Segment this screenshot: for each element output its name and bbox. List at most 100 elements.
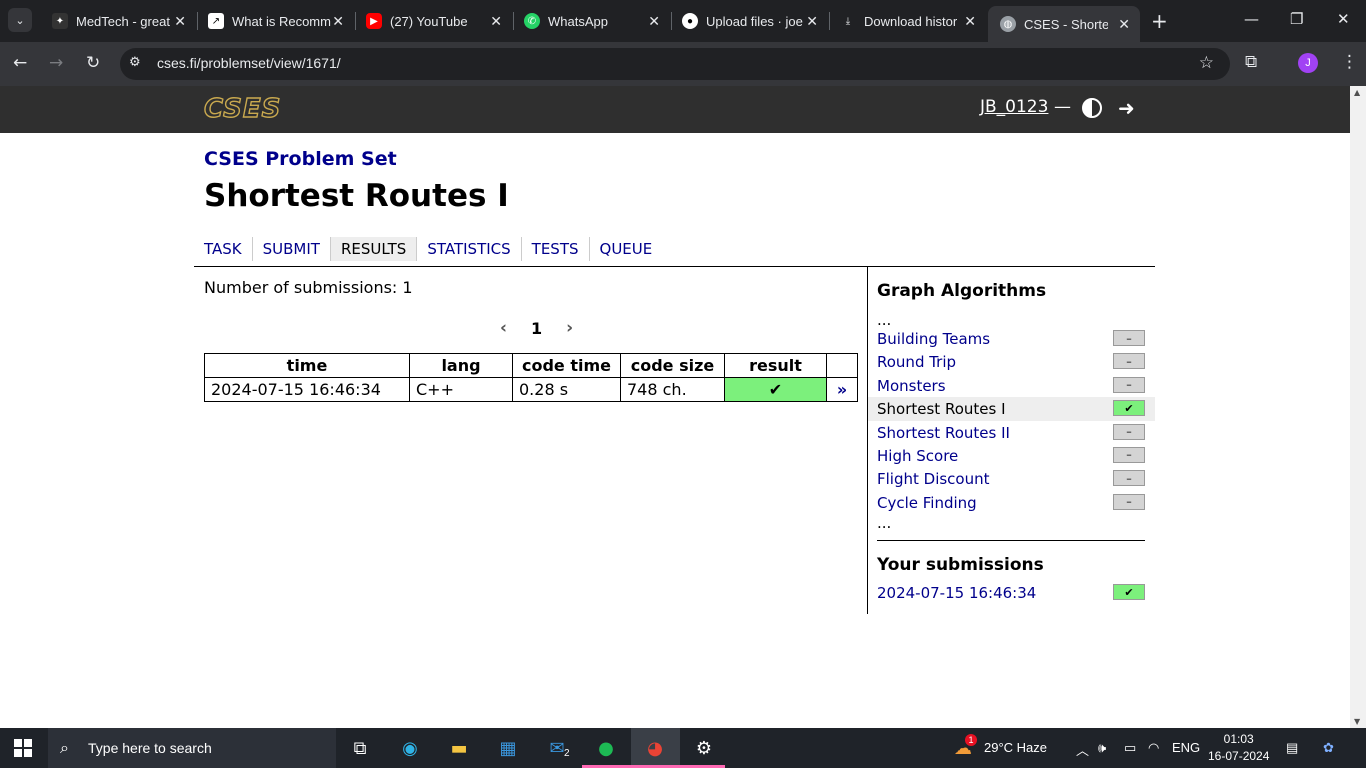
sidebar-item-label[interactable]: Round Trip — [877, 353, 956, 371]
menu-kebab-icon[interactable]: ⋮ — [1341, 52, 1358, 72]
tab-whatsapp[interactable]: ✆ WhatsApp ✕ — [512, 6, 670, 36]
tab-statistics[interactable]: STATISTICS — [417, 237, 522, 261]
close-icon[interactable]: ✕ — [332, 13, 344, 30]
copilot-icon[interactable]: ✿ — [1323, 740, 1334, 756]
weather-text[interactable]: 29°C Haze — [984, 740, 1047, 755]
page-scrollbar[interactable]: ▲ ▼ — [1350, 86, 1366, 728]
task-view-icon[interactable]: ⧉ — [348, 736, 372, 760]
tab-tests[interactable]: TESTS — [522, 237, 590, 261]
sidebar-item-cycle-finding[interactable]: Cycle Finding – — [868, 491, 1155, 514]
site-info-icon[interactable]: ⚙ — [129, 55, 141, 70]
battery-icon[interactable]: ▭ — [1124, 740, 1136, 756]
tab-task[interactable]: TASK — [194, 237, 253, 261]
sidebar-item-building-teams[interactable]: Building Teams – — [868, 327, 1155, 350]
profile-avatar[interactable]: J — [1298, 53, 1318, 73]
wifi-icon[interactable]: ◠ — [1148, 740, 1159, 756]
spotify-icon[interactable]: ● — [594, 736, 618, 760]
tab-medtech[interactable]: ✦ MedTech - great ✕ — [40, 6, 196, 36]
sidebar-item-label[interactable]: Building Teams — [877, 330, 990, 348]
chrome-icon[interactable]: ◕ — [643, 736, 667, 760]
tab-submit[interactable]: SUBMIT — [253, 237, 331, 261]
omnibox[interactable]: ⚙ cses.fi/problemset/view/1671/ ☆ — [120, 48, 1230, 80]
window-close-icon[interactable]: ✕ — [1337, 10, 1350, 28]
status-badge: – — [1113, 423, 1145, 440]
tab-download-history[interactable]: ⤓ Download histor ✕ — [828, 6, 986, 36]
close-icon[interactable]: ✕ — [648, 13, 660, 30]
close-icon[interactable]: ✕ — [490, 13, 502, 30]
header-lang: lang — [409, 353, 513, 378]
extensions-icon[interactable]: ⧉ — [1245, 52, 1257, 72]
sidebar-item-label[interactable]: Cycle Finding — [877, 494, 977, 512]
close-icon[interactable]: ✕ — [174, 13, 186, 30]
language-indicator[interactable]: ENG — [1172, 740, 1200, 755]
tab-youtube[interactable]: ▶ (27) YouTube ✕ — [354, 6, 512, 36]
new-tab-icon[interactable]: + — [1151, 9, 1168, 33]
globe-icon: ◍ — [1000, 16, 1016, 32]
sidebar-item-shortest-routes-1[interactable]: Shortest Routes I ✔ — [868, 397, 1155, 421]
minimize-icon[interactable]: — — [1244, 10, 1259, 28]
close-icon[interactable]: ✕ — [964, 13, 976, 30]
clock-date: 16-07-2024 — [1208, 749, 1270, 763]
tab-search-icon[interactable]: ⌄ — [8, 8, 32, 32]
tray-chevron-icon[interactable]: ︿ — [1076, 740, 1089, 759]
restore-icon[interactable]: ❐ — [1290, 10, 1303, 28]
status-badge: ✔ — [1113, 584, 1145, 600]
username-link[interactable]: JB_0123 — [980, 97, 1048, 117]
logout-icon[interactable]: ➜ — [1118, 96, 1135, 120]
header-code-size: code size — [620, 353, 725, 378]
tab-cses-active[interactable]: ◍ CSES - Shortest R ✕ — [988, 6, 1140, 42]
view-submission-icon[interactable]: » — [826, 377, 858, 402]
sidebar-item-label[interactable]: Flight Discount — [877, 470, 990, 488]
tab-what-is-recomm[interactable]: ↗ What is Recomm ✕ — [196, 6, 354, 36]
reload-icon[interactable]: ↻ — [86, 53, 100, 73]
windows-start-icon[interactable] — [14, 739, 32, 757]
sidebar-section-title: Graph Algorithms — [877, 281, 1047, 301]
tab-queue[interactable]: QUEUE — [590, 237, 663, 261]
tab-github-upload[interactable]: ● Upload files · joe ✕ — [670, 6, 828, 36]
sidebar-item-label[interactable]: Shortest Routes II — [877, 424, 1010, 442]
close-icon[interactable]: ✕ — [1118, 16, 1130, 33]
pager: ‹ 1 › — [500, 318, 573, 338]
sidebar-divider-line — [877, 540, 1145, 541]
your-submission-item[interactable]: 2024-07-15 16:46:34 ✔ — [877, 584, 1145, 602]
sidebar-item-round-trip[interactable]: Round Trip – — [868, 350, 1155, 373]
scroll-up-icon[interactable]: ▲ — [1354, 88, 1360, 97]
close-icon[interactable]: ✕ — [806, 13, 818, 30]
scroll-down-icon[interactable]: ▼ — [1354, 717, 1360, 726]
sidebar-item-flight-discount[interactable]: Flight Discount – — [868, 467, 1155, 490]
table-header-row: time lang code time code size result — [204, 353, 858, 378]
sidebar-item-label[interactable]: Shortest Routes I — [877, 400, 1006, 418]
search-placeholder[interactable]: Type here to search — [88, 740, 212, 756]
submission-time-link[interactable]: 2024-07-15 16:46:34 — [877, 584, 1036, 602]
next-page-icon[interactable]: › — [566, 318, 573, 338]
sidebar-item-shortest-routes-2[interactable]: Shortest Routes II – — [868, 421, 1155, 444]
problemset-title[interactable]: CSES Problem Set — [204, 148, 397, 170]
notifications-icon[interactable]: ▤ — [1286, 740, 1298, 756]
clock[interactable]: 01:03 16-07-2024 — [1208, 731, 1269, 765]
sidebar-item-label[interactable]: Monsters — [877, 377, 946, 395]
store-icon[interactable]: ▦ — [496, 736, 520, 760]
url-text[interactable]: cses.fi/problemset/view/1671/ — [157, 55, 341, 71]
file-explorer-icon[interactable]: ▬ — [447, 736, 471, 760]
bookmark-star-icon[interactable]: ☆ — [1199, 53, 1214, 73]
forward-icon[interactable]: → — [49, 53, 63, 73]
sidebar-item-label[interactable]: High Score — [877, 447, 958, 465]
status-badge: ✔ — [1113, 400, 1145, 417]
sidebar-item-monsters[interactable]: Monsters – — [868, 374, 1155, 397]
status-badge: – — [1113, 353, 1145, 370]
tab-label: WhatsApp — [548, 13, 608, 29]
back-icon[interactable]: ← — [13, 53, 27, 73]
submission-count: Number of submissions: 1 — [204, 278, 413, 297]
dark-mode-toggle-icon[interactable] — [1082, 98, 1102, 118]
cell-code-time: 0.28 s — [512, 377, 621, 402]
tab-label: What is Recomm — [232, 13, 331, 29]
volume-icon[interactable]: 🕪 — [1098, 740, 1106, 756]
cses-logo[interactable]: CSES — [203, 94, 281, 123]
github-icon: ● — [682, 13, 698, 29]
taskbar-search[interactable]: ⌕ Type here to search — [48, 728, 336, 768]
sidebar-item-high-score[interactable]: High Score – — [868, 444, 1155, 467]
tab-results[interactable]: RESULTS — [330, 237, 418, 261]
edge-icon[interactable]: ◉ — [398, 736, 422, 760]
settings-gear-icon[interactable]: ⚙ — [692, 736, 716, 760]
prev-page-icon[interactable]: ‹ — [500, 318, 507, 338]
